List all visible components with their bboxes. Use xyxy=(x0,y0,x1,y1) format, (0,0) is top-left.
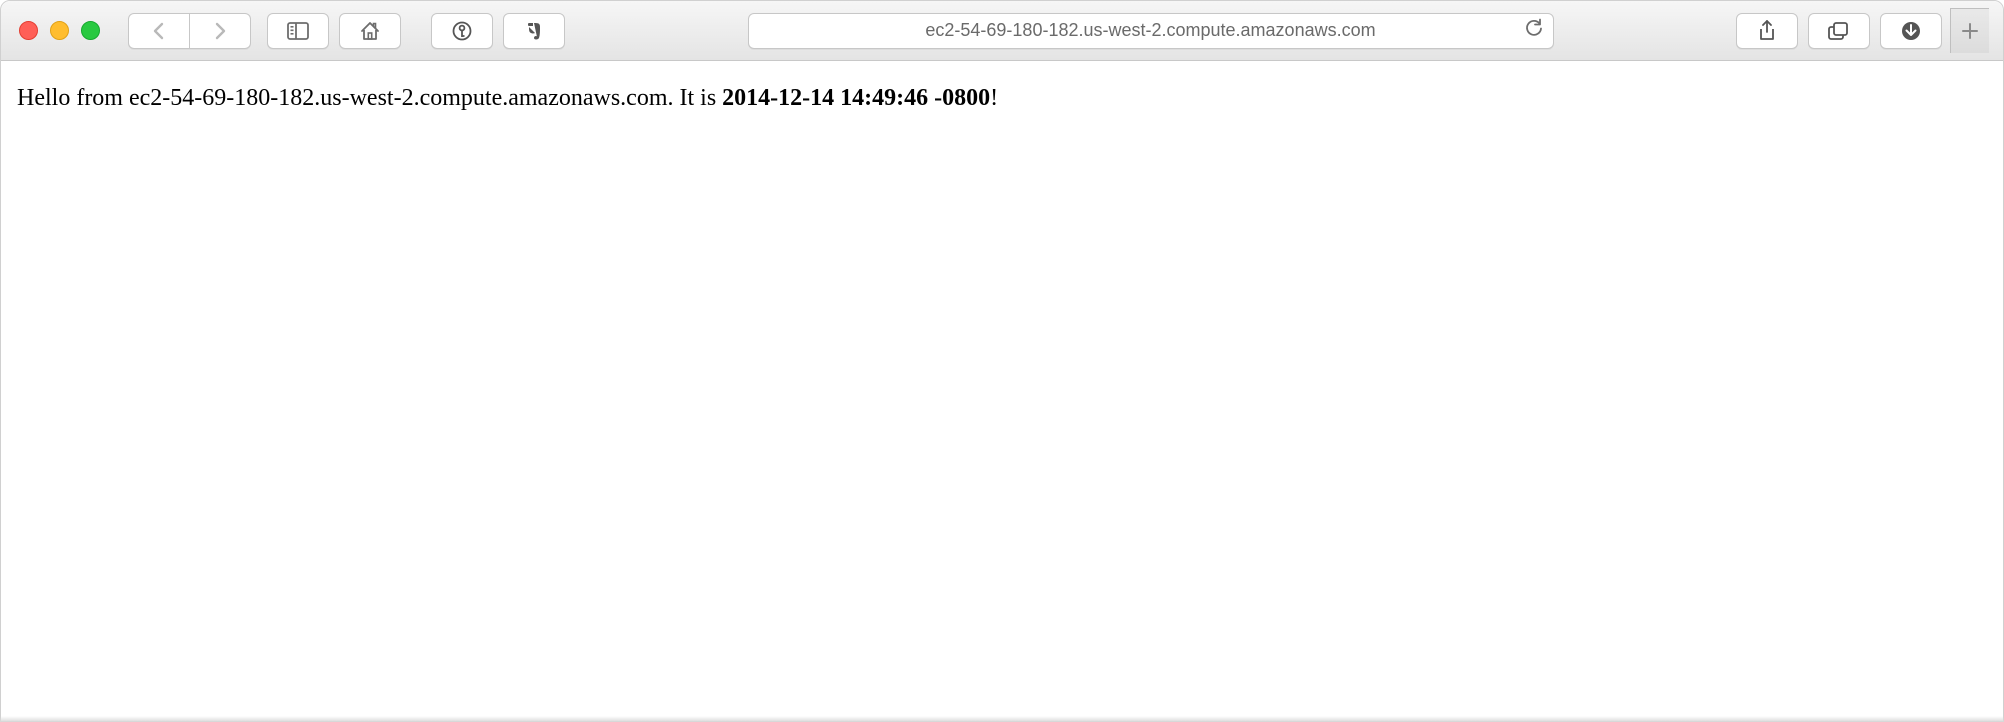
new-tab-button[interactable] xyxy=(1950,8,1989,53)
greeting-suffix: ! xyxy=(990,85,998,111)
evernote-icon xyxy=(525,21,543,41)
onepassword-button[interactable] xyxy=(431,13,493,49)
greeting-text: Hello from ec2-54-69-180-182.us-west-2.c… xyxy=(17,85,998,111)
greeting-timestamp: 2014-12-14 14:49:46 -0800 xyxy=(722,85,990,111)
chevron-left-icon xyxy=(152,22,166,40)
browser-toolbar: ec2-54-69-180-182.us-west-2.compute.amaz… xyxy=(1,1,2003,61)
download-icon xyxy=(1901,21,1921,41)
greeting-prefix: Hello from xyxy=(17,85,129,111)
share-icon xyxy=(1758,20,1776,42)
chevron-right-icon xyxy=(213,22,227,40)
reload-icon xyxy=(1525,18,1543,38)
downloads-button[interactable] xyxy=(1880,13,1942,49)
close-window-button[interactable] xyxy=(19,21,38,40)
greeting-hostname: ec2-54-69-180-182.us-west-2.compute.amaz… xyxy=(129,85,668,111)
onepassword-icon xyxy=(452,21,472,41)
browser-window: ec2-54-69-180-182.us-west-2.compute.amaz… xyxy=(0,0,2004,722)
minimize-window-button[interactable] xyxy=(50,21,69,40)
tabs-overview-button[interactable] xyxy=(1808,13,1870,49)
plus-icon xyxy=(1961,22,1979,40)
back-button[interactable] xyxy=(128,13,190,49)
reload-button[interactable] xyxy=(1525,18,1543,43)
tabs-icon xyxy=(1828,21,1850,41)
forward-button[interactable] xyxy=(190,13,251,49)
address-bar[interactable]: ec2-54-69-180-182.us-west-2.compute.amaz… xyxy=(748,13,1554,49)
page-content: Hello from ec2-54-69-180-182.us-west-2.c… xyxy=(1,61,2003,721)
greeting-mid: . It is xyxy=(667,85,722,111)
zoom-window-button[interactable] xyxy=(81,21,100,40)
home-button[interactable] xyxy=(339,13,401,49)
home-icon xyxy=(359,21,381,41)
toolbar-right xyxy=(1736,8,1989,53)
address-bar-url: ec2-54-69-180-182.us-west-2.compute.amaz… xyxy=(761,20,1541,41)
share-button[interactable] xyxy=(1736,13,1798,49)
sidebar-icon xyxy=(287,22,309,40)
window-controls xyxy=(19,21,100,40)
nav-back-forward xyxy=(128,13,251,49)
sidebar-toggle-button[interactable] xyxy=(267,13,329,49)
evernote-button[interactable] xyxy=(503,13,565,49)
window-bottom-edge xyxy=(0,716,2004,722)
